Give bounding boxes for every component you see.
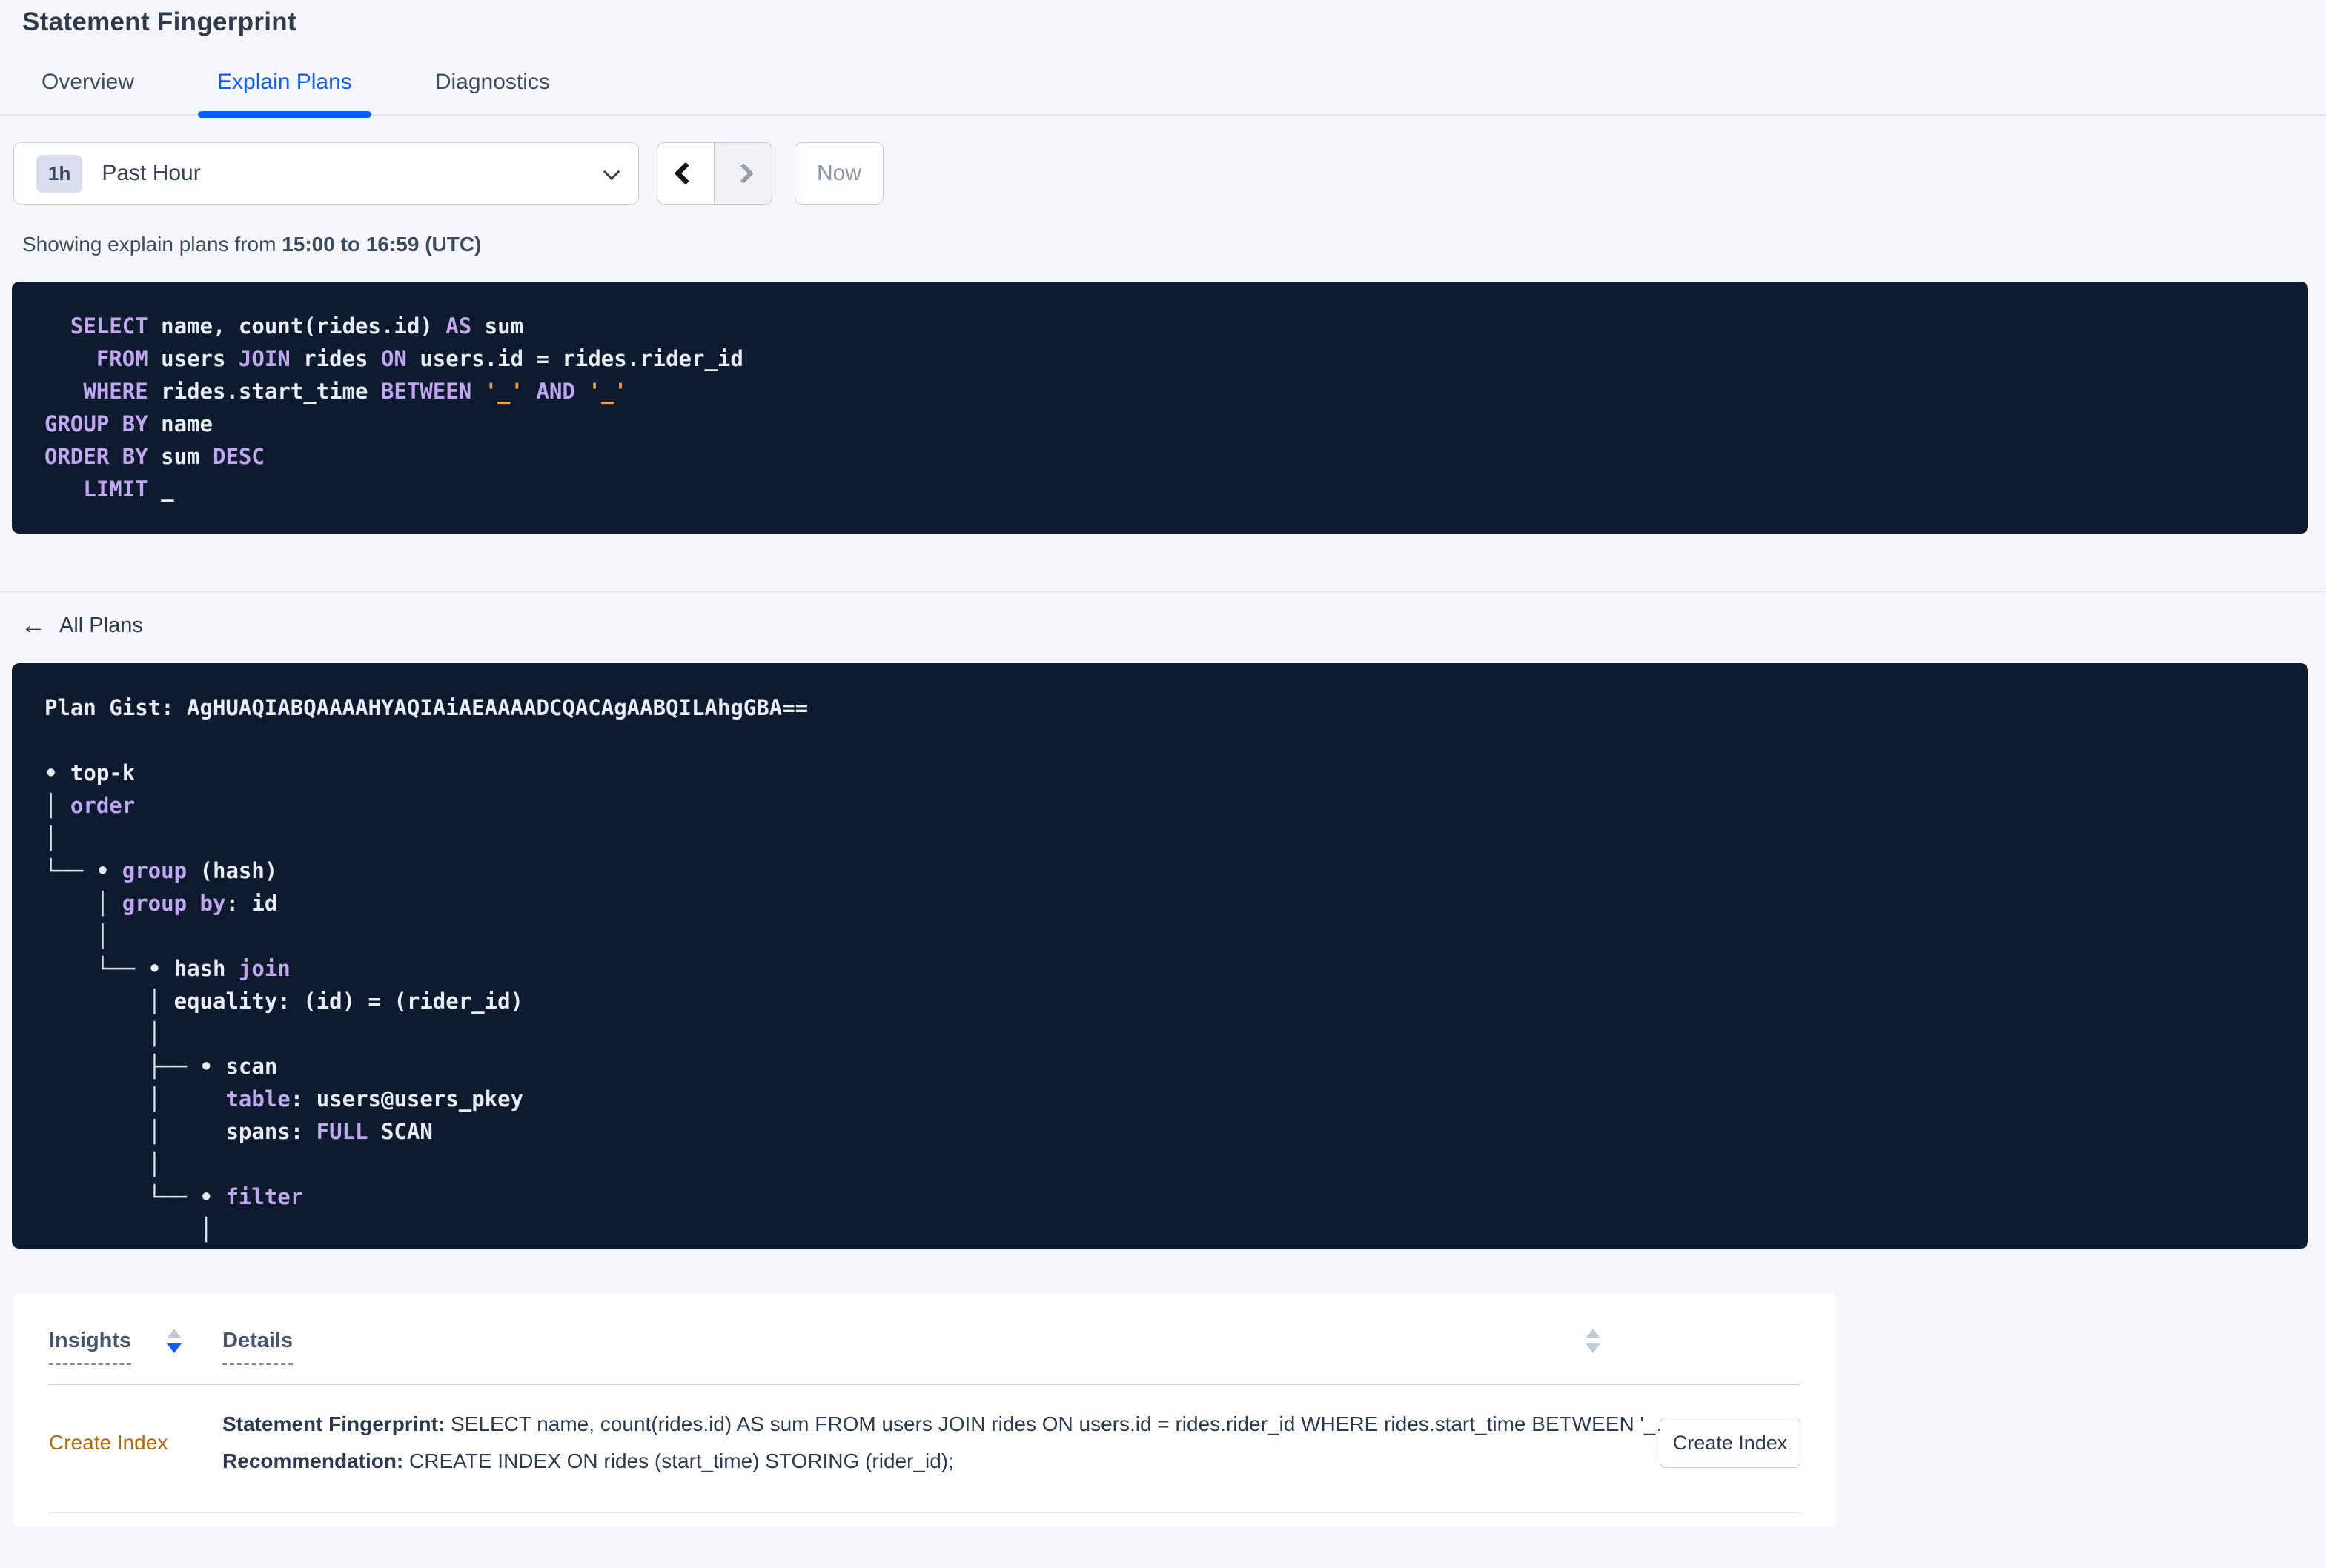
tab-diagnostics[interactable]: Diagnostics [416,70,569,114]
time-pager [657,142,772,205]
recommendation-line: Recommendation: CREATE INDEX ON rides (s… [222,1443,1660,1480]
code-line: │ [199,1217,213,1242]
code-line: └── • filter [148,1184,304,1209]
range-text-prefix: Showing explain plans from [22,233,282,256]
insights-table-header: Insights Details [49,1293,1800,1385]
code-line: │ spans: FULL SCAN [148,1119,433,1144]
recommendation-label: Recommendation: [222,1449,404,1472]
insights-header-label: Insights [49,1329,132,1365]
table-row: Create Index Statement Fingerprint: SELE… [49,1385,1800,1513]
previous-time-button[interactable] [657,143,715,204]
fingerprint-text: SELECT name, count(rides.id) AS sum FROM… [445,1412,1660,1435]
code-line: │ table: users@users_pkey [148,1086,524,1112]
fingerprint-line: Statement Fingerprint: SELECT name, coun… [222,1406,1660,1443]
recommendation-text: CREATE INDEX ON rides (start_time) STORI… [403,1449,954,1472]
code-line: LIMIT _ [83,476,174,502]
chevron-left-icon [674,162,698,185]
sort-icon-insights[interactable] [167,1329,182,1353]
statement-sql-block: SELECT name, count(rides.id) AS sum FROM… [12,282,2308,534]
chevron-down-icon [603,163,620,181]
next-time-button[interactable] [715,143,772,204]
page-title: Statement Fingerprint [22,7,296,36]
code-line: │ [148,1021,162,1046]
sort-icon-details[interactable] [1586,1329,1600,1353]
chevron-right-icon [732,162,754,185]
sort-asc-triangle [1586,1329,1600,1338]
tab-overview[interactable]: Overview [22,70,153,114]
time-range-label: Past Hour [102,161,201,185]
column-header-details[interactable]: Details [222,1329,1660,1365]
details-header-label: Details [222,1329,294,1365]
tab-bar: Overview Explain Plans Diagnostics [0,70,2326,118]
time-toolbar: 1h Past Hour Now [13,142,2326,205]
explain-plans-range-text: Showing explain plans from 15:00 to 16:5… [22,233,2326,256]
time-range-select[interactable]: 1h Past Hour [13,142,639,205]
code-line: │ group by: id [96,891,278,916]
code-line: └── • hash join [96,956,291,981]
code-line: FROM users JOIN rides ON users.id = ride… [96,346,743,371]
now-button[interactable]: Now [795,142,884,205]
section-divider [0,591,2326,592]
code-line: │ equality: (id) = (rider_id) [148,989,524,1014]
code-line: └── • group (hash) [44,858,278,883]
range-text-bold: 15:00 to 16:59 (UTC) [282,233,482,256]
tab-explain-plans[interactable]: Explain Plans [198,70,371,118]
column-header-insights[interactable]: Insights [49,1329,222,1365]
code-line: │ [44,825,58,851]
code-line: WHERE rides.start_time BETWEEN '_' AND '… [83,379,627,404]
sort-desc-triangle [167,1343,182,1353]
code-line: ├── • scan [148,1054,278,1079]
code-line: │ [44,1246,2276,1249]
all-plans-back-link[interactable]: ← All Plans [21,613,143,638]
code-line: SELECT name, count(rides.id) AS sum [70,313,524,339]
code-line: │ [96,923,110,949]
time-range-badge: 1h [36,154,83,193]
code-line: │ [148,1152,162,1177]
create-index-button[interactable]: Create Index [1660,1418,1800,1468]
code-line: Plan Gist: AgHUAQIABQAAAAHYAQIAiAEAAAADC… [44,695,809,720]
page: { "colors": { "accent_blue": "#0b5fff", … [0,7,2326,1568]
insight-link-create-index[interactable]: Create Index [49,1431,168,1454]
arrow-left-icon: ← [21,611,46,640]
plan-gist-block: Plan Gist: AgHUAQIABQAAAAHYAQIAiAEAAAADC… [12,663,2308,1249]
code-line: GROUP BY name [44,411,213,436]
sort-desc-triangle [1586,1343,1600,1353]
code-line: • top-k [44,760,136,785]
sort-asc-triangle [167,1329,182,1338]
code-line: ORDER BY sum DESC [44,444,265,469]
fingerprint-label: Statement Fingerprint: [222,1412,445,1435]
all-plans-label: All Plans [59,613,143,637]
code-line: │ order [44,793,136,818]
details-cell: Statement Fingerprint: SELECT name, coun… [222,1406,1660,1480]
insights-card: Insights Details Create Index Statement … [13,1293,1836,1527]
